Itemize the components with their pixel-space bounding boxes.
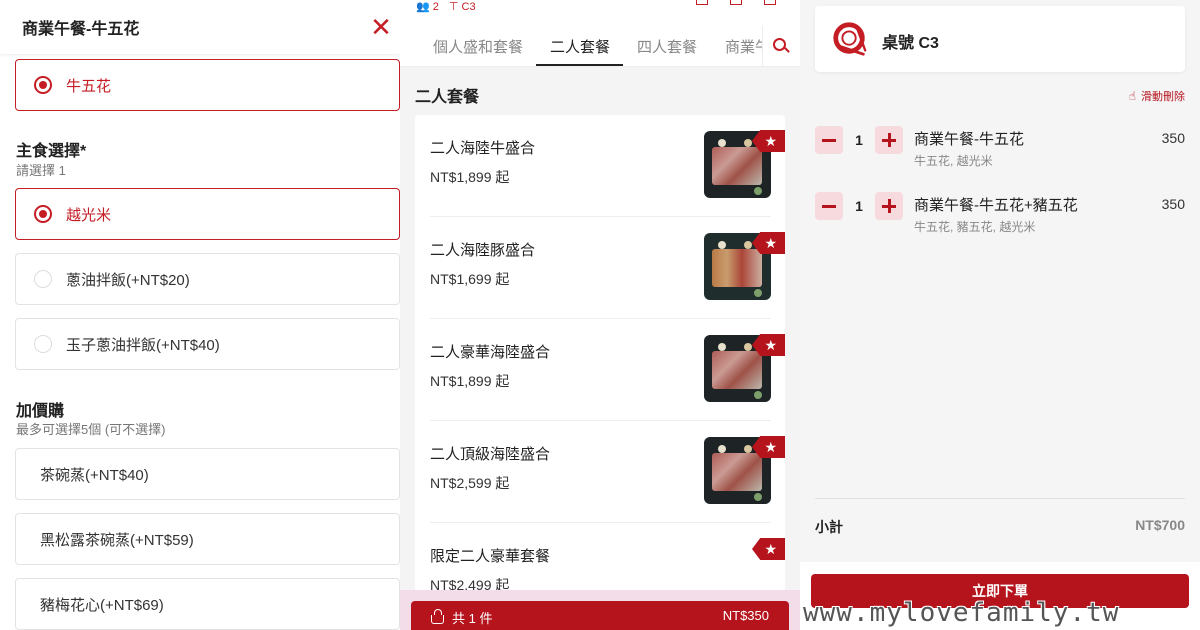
addon-option-truffle-chawanmushi[interactable]: 黑松露茶碗蒸(+NT$59) [15, 513, 400, 565]
menu-item-price: NT$1,899 起 [430, 373, 510, 389]
divider [815, 498, 1185, 499]
receipt-icon[interactable] [696, 0, 708, 5]
addon-section-title: 加價購 [16, 403, 65, 420]
cart-item[interactable]: 1 商業午餐-牛五花+豬五花 牛五花, 豬五花, 越光米 350 [815, 192, 1185, 248]
search-button[interactable] [762, 26, 800, 66]
item-option-panel: 商業午餐-牛五花 ✕ 牛五花 主食選擇* 請選擇 1 越光米 蔥油拌飯(+NT$… [0, 0, 400, 630]
tab-personal-set[interactable]: 個人盛和套餐 [433, 36, 523, 57]
swipe-hint-label: 滑動刪除 [1141, 91, 1185, 103]
cart-panel: 桌號 C3 ☝ 滑動刪除 1 商業午餐-牛五花 牛五花, 越光米 350 1 商… [800, 0, 1200, 630]
top-actions [696, 0, 776, 5]
cart-count-label: 共 1 件 [452, 611, 493, 626]
meat-option-selected[interactable]: 牛五花 [15, 59, 400, 111]
tab-two-person-set[interactable]: 二人套餐 [550, 36, 610, 57]
table-indicator: ⊤ C3 [449, 0, 476, 13]
tab-four-person-set[interactable]: 四人套餐 [637, 36, 697, 57]
addon-option-label: 豬梅花心(+NT$69) [40, 596, 164, 614]
menu-item-name: 二人頂級海陸盛合 [430, 446, 551, 463]
service-icon[interactable] [730, 0, 742, 5]
guests-icon: 👥 [416, 1, 430, 13]
dialog-title: 商業午餐-牛五花 [22, 21, 140, 38]
cart-count: 共 1 件 [431, 608, 492, 627]
cart-item-name: 商業午餐-牛五花 [914, 131, 1024, 148]
menu-item-name: 二人豪華海陸盛合 [430, 344, 551, 361]
minus-icon[interactable] [815, 126, 843, 154]
subtotal-label: 小計 [815, 519, 843, 535]
addon-section-subtitle: 最多可選擇5個 (可不選擇) [16, 422, 166, 437]
menu-panel: 👥 2 ⊤ C3 i 個人盛和套餐 二人套餐 四人套餐 商業午 二人套餐 二人海… [400, 0, 800, 630]
menu-item[interactable]: 二人海陸豚盛合 NT$1,699 起 [430, 217, 771, 319]
menu-item[interactable]: 二人海陸牛盛合 NT$1,899 起 [430, 115, 771, 217]
staple-option-scallion-rice[interactable]: 蔥油拌飯(+NT$20) [15, 253, 400, 305]
dialog-header: 商業午餐-牛五花 ✕ [0, 0, 400, 54]
staple-option-egg-scallion-rice[interactable]: 玉子蔥油拌飯(+NT$40) [15, 318, 400, 370]
cart-item-price: 350 [1161, 196, 1185, 212]
menu-item[interactable]: 二人豪華海陸盛合 NT$1,899 起 [430, 319, 771, 421]
subtotal-value: NT$700 [1135, 517, 1185, 533]
guests-indicator: 👥 2 [416, 0, 439, 13]
radio-selected-icon [34, 76, 52, 94]
category-title: 二人套餐 [415, 89, 480, 106]
addon-option-label: 黑松露茶碗蒸(+NT$59) [40, 531, 194, 549]
basket-icon [431, 608, 444, 624]
cart-item-price: 350 [1161, 130, 1185, 146]
restaurant-logo-icon [833, 22, 867, 56]
menu-more-icon[interactable] [764, 0, 776, 5]
menu-item-price: NT$1,699 起 [430, 271, 510, 287]
radio-selected-icon [34, 205, 52, 223]
category-tabs: i 個人盛和套餐 二人套餐 四人套餐 商業午 [400, 26, 800, 67]
cart-item-options: 牛五花, 豬五花, 越光米 [914, 220, 1036, 234]
cart-item-options: 牛五花, 越光米 [914, 154, 993, 168]
swipe-hint: ☝ 滑動刪除 [1129, 88, 1185, 104]
guest-count: 2 [432, 1, 439, 13]
menu-item-name: 二人海陸豚盛合 [430, 242, 536, 259]
addon-option-label: 茶碗蒸(+NT$40) [40, 466, 149, 484]
cart-item-name: 商業午餐-牛五花+豬五花 [914, 197, 1078, 214]
staple-option-label: 越光米 [66, 206, 112, 224]
radio-empty-icon [34, 270, 52, 288]
cart-item[interactable]: 1 商業午餐-牛五花 牛五花, 越光米 350 [815, 126, 1185, 182]
plus-icon[interactable] [875, 126, 903, 154]
active-tab-indicator [536, 64, 623, 66]
table-label: 桌號 C3 [882, 35, 939, 52]
staple-section-title: 主食選擇* [16, 143, 87, 160]
cart-total: NT$350 [722, 608, 769, 623]
minus-icon[interactable] [815, 192, 843, 220]
swipe-hand-icon: ☝ [1128, 89, 1136, 103]
cart-item-qty: 1 [855, 132, 863, 148]
menu-item[interactable]: 二人頂級海陸盛合 NT$2,599 起 [430, 421, 771, 523]
radio-empty-icon [34, 335, 52, 353]
menu-item-price: NT$1,899 起 [430, 169, 510, 185]
table-card: 桌號 C3 [815, 6, 1185, 72]
table-icon: ⊤ [448, 1, 459, 13]
menu-item-name: 二人海陸牛盛合 [430, 140, 536, 157]
menu-item-list: 二人海陸牛盛合 NT$1,899 起 二人海陸豚盛合 NT$1,699 起 二人… [415, 115, 785, 605]
staple-option-koshihikari[interactable]: 越光米 [15, 188, 400, 240]
menu-item-price: NT$2,599 起 [430, 475, 510, 491]
addon-option-chawanmushi[interactable]: 茶碗蒸(+NT$40) [15, 448, 400, 500]
meat-option-label: 牛五花 [66, 77, 112, 95]
cart-item-qty: 1 [855, 198, 863, 214]
close-icon[interactable]: ✕ [366, 12, 396, 42]
staple-option-label: 玉子蔥油拌飯(+NT$40) [66, 336, 220, 354]
plus-icon[interactable] [875, 192, 903, 220]
watermark: www.mylovefamily.tw [803, 598, 1120, 628]
menu-top-bar: 👥 2 ⊤ C3 [400, 0, 800, 26]
staple-option-label: 蔥油拌飯(+NT$20) [66, 271, 190, 289]
table-number: C3 [461, 1, 476, 13]
addon-option-pork-collar[interactable]: 豬梅花心(+NT$69) [15, 578, 400, 630]
staple-section-subtitle: 請選擇 1 [16, 163, 66, 178]
menu-item-name: 限定二人豪華套餐 [430, 548, 551, 565]
cart-summary-bar[interactable]: 共 1 件 NT$350 [411, 601, 789, 630]
table-info: 👥 2 ⊤ C3 [416, 0, 476, 13]
